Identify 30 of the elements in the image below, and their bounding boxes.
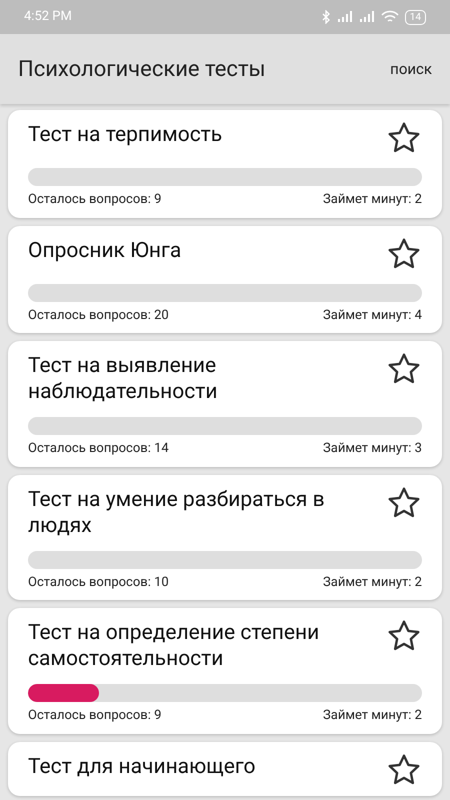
questions-remaining: Осталось вопросов: 9 [28, 707, 162, 725]
test-title: Опросник Юнга [28, 238, 182, 264]
questions-remaining: Осталось вопросов: 10 [28, 574, 169, 592]
test-card[interactable]: Тест на выявление наблюдательности Осталось вопросов: 14 Займет минут: 3 [8, 341, 442, 466]
test-card[interactable]: Тест на определение степени самостоятельности Осталось вопросов: 9 Займет минут: 2 [8, 608, 442, 734]
test-title: Тест на умение разбираться в людях [28, 486, 326, 538]
duration-label: Займет минут: 2 [323, 707, 422, 725]
test-title: Тест на определение степени самостоятельности [28, 620, 320, 672]
signal-icon [336, 11, 353, 23]
test-title: Тест на терпимость [28, 122, 222, 148]
test-card[interactable]: Тест для начинающего [8, 742, 442, 796]
test-card[interactable]: Опросник Юнга Осталось вопросов: 20 Займет минут: 4 [8, 226, 442, 333]
test-title: Тест для начинающего [28, 754, 256, 780]
app-title: Психологические тесты [18, 56, 266, 84]
duration-label: Займет минут: 3 [323, 440, 422, 458]
test-card[interactable]: Тест на терпимость Осталось вопросов: 9 Займет минут: 2 [8, 110, 442, 218]
duration-label: Займет минут: 2 [323, 191, 422, 209]
duration-label: Займет минут: 2 [323, 574, 422, 592]
test-title: Тест на выявление наблюдательности [28, 353, 218, 405]
status-time: 4:52 PM [24, 8, 72, 26]
wifi-icon [380, 10, 399, 24]
test-card[interactable]: Тест на умение разбираться в людях Осталось вопросов: 10 Займет минут: 2 [8, 474, 442, 600]
duration-label: Займет минут: 4 [323, 306, 422, 324]
questions-remaining: Осталось вопросов: 14 [28, 440, 169, 458]
bluetooth-icon [320, 10, 331, 24]
questions-remaining: Осталось вопросов: 20 [28, 306, 169, 324]
questions-remaining: Осталось вопросов: 9 [28, 191, 162, 209]
battery-indicator: 14 [404, 10, 426, 24]
signal-icon [358, 11, 375, 23]
search-button[interactable]: поиск [390, 58, 432, 80]
